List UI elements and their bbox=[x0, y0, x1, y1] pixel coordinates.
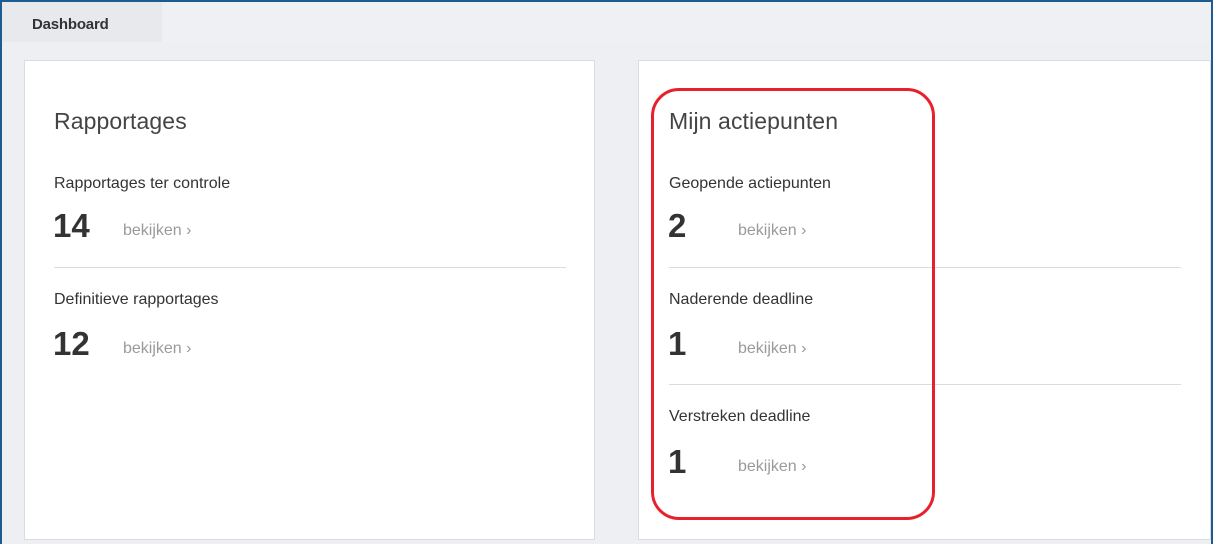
divider bbox=[669, 267, 1181, 268]
final-reports-label: Definitieve rapportages bbox=[54, 291, 219, 308]
reports-card-title: Rapportages bbox=[54, 108, 187, 134]
expired-deadline-label: Verstreken deadline bbox=[669, 408, 811, 425]
reports-to-review-label: Rapportages ter controle bbox=[54, 175, 231, 192]
expired-deadline-view-link[interactable]: bekijken › bbox=[738, 458, 806, 476]
action-items-card-title: Mijn actiepunten bbox=[669, 108, 839, 134]
final-reports-view-link[interactable]: bekijken › bbox=[123, 340, 191, 358]
approaching-deadline-view-link[interactable]: bekijken › bbox=[738, 340, 806, 358]
dashboard-tab[interactable]: Dashboard bbox=[2, 2, 162, 42]
approaching-deadline-count: 1 bbox=[668, 325, 687, 362]
expired-deadline-count: 1 bbox=[668, 443, 687, 480]
open-action-items-count: 2 bbox=[668, 207, 687, 244]
final-reports-count: 12 bbox=[53, 325, 90, 362]
header-bar: Dashboard bbox=[2, 2, 1209, 42]
reports-to-review-view-link[interactable]: bekijken › bbox=[123, 222, 191, 240]
reports-card: Rapportages Rapportages ter controle 14 … bbox=[24, 60, 595, 540]
action-items-card: Mijn actiepunten Geopende actiepunten 2 … bbox=[638, 60, 1211, 540]
open-action-items-label: Geopende actiepunten bbox=[669, 175, 831, 192]
page-title: Dashboard bbox=[32, 16, 109, 33]
approaching-deadline-label: Naderende deadline bbox=[669, 291, 814, 308]
divider bbox=[54, 267, 566, 268]
open-action-items-view-link[interactable]: bekijken › bbox=[738, 222, 806, 240]
reports-to-review-count: 14 bbox=[53, 207, 90, 244]
divider bbox=[669, 384, 1181, 385]
